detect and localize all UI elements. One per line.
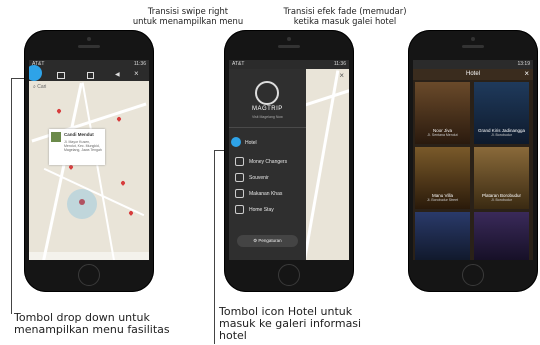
caption-fade: Transisi efek fade (memudar) ketika masu… [270,6,420,26]
hotel-card[interactable]: Manu Villa Jl. Borobudur Street [415,147,470,209]
screen-map: AT&T 11:36 ◀ × ⌕ Cari Candi Mendut Jl. M… [29,60,149,260]
hotel-title: Hotel [465,71,480,77]
hotel-card-label: Plataran Borobudur Jl. Borobudur [474,193,529,203]
home-button[interactable] [78,264,100,286]
close-icon[interactable]: × [524,69,529,78]
search-icon: ⌕ [33,84,36,90]
phone-hotel-gallery: 13:19 Hotel × Noor Jiva Jl. Sentana Mendu… [408,30,538,292]
status-bar: AT&T 11:36 [229,60,349,69]
status-time: 11:36 [333,61,346,67]
brand-tagline: Visit Magelang Now [251,115,283,119]
menu-item-label: Souvenir [249,174,269,181]
hotel-header: Hotel × [413,69,533,80]
map-pin[interactable] [68,164,74,170]
status-bar: 13:19 [413,60,533,69]
money-icon [235,157,244,166]
map-view[interactable]: ⌕ Cari Candi Mendut Jl. Mayor Kusen, Men… [29,81,149,260]
calendar-icon[interactable] [87,72,94,79]
image-icon[interactable] [57,72,65,79]
home-icon [235,205,244,214]
caption-swipe-line2: untuk menampilkan menu [132,16,244,26]
caption-swipe-line1: Transisi swipe right [147,6,229,16]
brand-title: MAGTRIP [251,106,283,112]
caption-fade-line1: Transisi efek fade (memudar) [283,6,407,16]
caption-hotel: Tombol icon Hotel untuk masuk ke galeri … [219,306,361,342]
popup-title: Candi Mendut [64,132,94,137]
speaker [278,45,300,48]
status-time: 11:36 [133,61,146,67]
caption-swipe: Transisi swipe right untuk menampilkan m… [128,6,248,26]
map-pin[interactable] [56,108,62,114]
settings-label: Pengaturan [258,238,282,243]
hotel-card[interactable]: Plataran Borobudur Jl. Borobudur [474,147,529,209]
hotel-card-label: Manu Villa Jl. Borobudur Street [415,193,470,203]
popup-thumb [51,132,61,142]
gift-icon [235,173,244,182]
hotel-address: Jl. Borobudur Street [426,198,459,202]
hotel-card[interactable]: Grand Kiris Jadinangga Jl. Borobudur [474,82,529,144]
menu-item-souvenir[interactable]: Souvenir [235,173,269,182]
map-attribution [29,252,149,260]
search-placeholder: Cari [37,84,47,90]
hotel-icon-button[interactable] [231,137,241,147]
screen-hotel: 13:19 Hotel × Noor Jiva Jl. Sentana Mendu… [413,60,533,260]
phone-menu: AT&T 11:36 × MAGTRIP Visit Magelang Now … [224,30,354,292]
location-radius [67,189,97,219]
close-icon[interactable]: × [134,69,139,78]
menu-item-label: Hotel [245,140,257,146]
gear-icon: ⚙ [253,238,258,243]
search-field[interactable]: ⌕ Cari [33,84,83,92]
hotel-card-label: Noor Jiva Jl. Sentana Mendut [415,128,470,138]
menu-item-home-stay[interactable]: Home Stay [235,205,274,214]
carrier: AT&T [232,61,245,67]
menu-item-makanan-khas[interactable]: Makanan Khas [235,189,282,198]
camera [87,37,91,41]
menu-close-icon[interactable]: × [339,71,344,80]
camera [287,37,291,41]
hotel-gallery: Noor Jiva Jl. Sentana Mendut Grand Kiris … [413,80,533,260]
hotel-address: Jl. Sentana Mendut [427,133,458,137]
hotel-address: Jl. Borobudur [491,133,512,137]
menu-divider [229,127,306,128]
menu-item-money-changers[interactable]: Money Changers [235,157,287,166]
pointer-line-hotel [214,150,215,344]
caption-dropdown: Tombol drop down untuk menampilkan menu … [14,312,170,336]
compass-logo-icon [255,81,279,105]
hotel-card[interactable] [415,212,470,260]
hotel-address: Jl. Borobudur [491,198,512,202]
status-bar: AT&T 11:36 [29,60,149,69]
status-time: 13:19 [517,61,530,67]
phone-map: AT&T 11:36 ◀ × ⌕ Cari Candi Mendut Jl. M… [24,30,154,292]
menu-item-label: Makanan Khas [249,190,283,197]
caption-dropdown-line2: menampilkan menu fasilitas [14,323,170,336]
map-pin[interactable] [120,180,126,186]
home-button[interactable] [278,264,300,286]
speaker [462,45,484,48]
toolbar: ◀ × [29,69,149,81]
pointer-line-dropdown [11,78,12,314]
side-menu: MAGTRIP Visit Magelang Now Hotel Money C… [229,69,306,260]
menu-item-label: Money Changers [249,158,288,165]
caption-hotel-line3: hotel [219,329,247,342]
speaker [78,45,100,48]
home-button[interactable] [462,264,484,286]
camera [471,37,475,41]
settings-button[interactable]: ⚙ Pengaturan [237,235,298,247]
hotel-card[interactable]: Noor Jiva Jl. Sentana Mendut [415,82,470,144]
map-popup[interactable]: Candi Mendut Jl. Mayor Kusen, Mendut, Ke… [49,129,105,165]
menu-item-hotel[interactable]: Hotel [245,140,257,146]
map-pin[interactable] [116,116,122,122]
caption-fade-line2: ketika masuk galei hotel [293,16,397,26]
food-icon [235,189,244,198]
popup-body: Jl. Mayor Kusen, Mendut, Kec. Mungkid, M… [64,140,102,152]
screen-menu: AT&T 11:36 × MAGTRIP Visit Magelang Now … [229,60,349,260]
hotel-card[interactable] [474,212,529,260]
menu-item-label: Home Stay [249,206,274,213]
volume-icon[interactable]: ◀ [115,71,120,78]
hotel-card-label: Grand Kiris Jadinangga Jl. Borobudur [474,128,529,138]
